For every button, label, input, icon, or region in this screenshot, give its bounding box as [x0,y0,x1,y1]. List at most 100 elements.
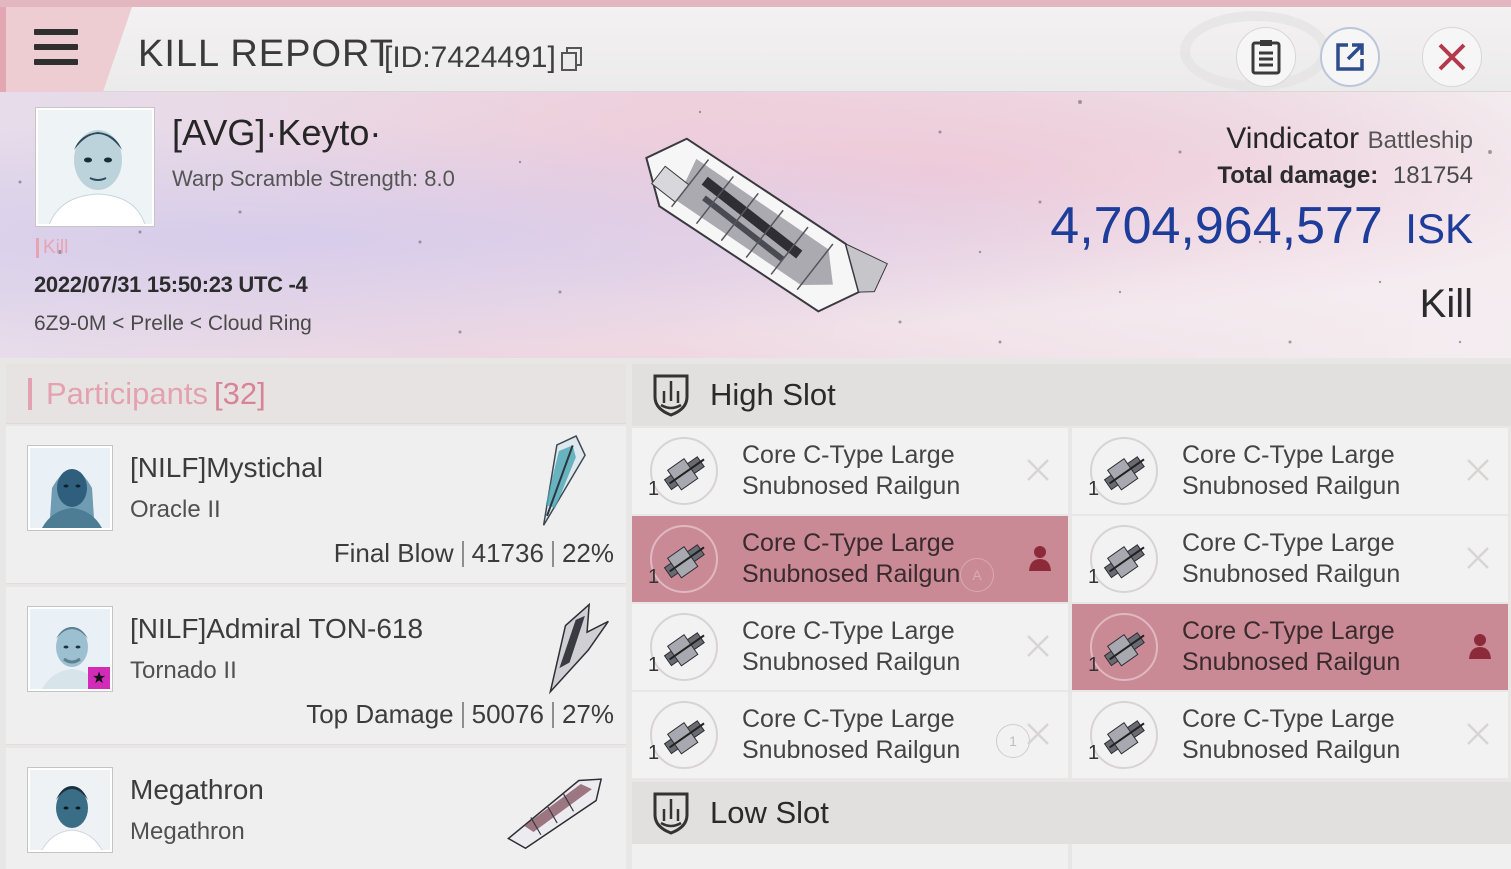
page-title: KILL REPORT [138,33,394,75]
kill-timestamp: 2022/07/31 15:50:23 UTC -4 [34,272,308,297]
module-name-line-1: Core C-Type Large [742,441,955,469]
high-slot-shield-icon [653,374,689,417]
slot-item[interactable] [1072,844,1511,869]
victim-avatar[interactable] [36,108,154,226]
destroyed-x-icon [1027,459,1049,481]
module-name: Core C-Type Large Snubnosed Railgun [1182,528,1400,590]
module-quantity: 1 [648,566,660,588]
kill-result: Kill [1419,282,1473,326]
module-name-line-1: Core C-Type Large [1182,529,1395,557]
module-name-line-2: Snubnosed Railgun [1182,472,1401,500]
low-slot-label: Low Slot [710,795,829,830]
module-quantity: 1 [648,654,660,676]
slot-item[interactable]: 1 Core C-Type Large Snubnosed Railgun [632,604,1068,690]
isk-value: 4,704,964,577 [1050,197,1383,255]
module-name-line-1: Core C-Type Large [742,705,955,733]
total-damage-label: Total damage: [1217,162,1379,189]
total-damage: Total damage: 181754 [1217,162,1473,190]
railgun-icon [1103,720,1145,755]
destroyed-x-icon [1027,635,1049,657]
slot-item[interactable] [632,844,1068,869]
participant-damage: 41736 [471,538,544,568]
participant-row[interactable]: [NILF]Mystichal Oracle II Final Blow 417… [6,426,626,584]
high-slot-header: High Slot [632,364,1511,426]
participant-stats: Final Blow 41736 22% [334,538,614,569]
railgun-icon [663,544,705,579]
low-slot-header: Low Slot [632,782,1511,844]
victim-ship-image [645,137,888,313]
module-quantity: 1 [1088,742,1100,764]
report-id: [ID:7424491] [384,41,556,74]
person-icon [1029,546,1051,571]
clipboard-icon [1251,40,1281,75]
pilot-portrait-icon [30,770,110,850]
railgun-icon [663,456,705,491]
close-icon [1438,43,1466,71]
module-name-line-2: Snubnosed Railgun [1182,648,1401,676]
railgun-icon [1103,544,1145,579]
close-button[interactable] [1422,27,1482,87]
module-name: Core C-Type Large Snubnosed Railgun [742,616,960,678]
hamburger-menu-icon[interactable] [34,29,78,65]
slot-item[interactable]: 1 Core C-Type Large Snubnosed Railgun [1072,692,1508,778]
fitting-panel: High Slot 1 Core C-Type Large Snubnosed R… [632,364,1511,869]
copy-icon[interactable] [561,47,583,71]
share-button[interactable] [1320,27,1380,87]
slot-item-dropped[interactable]: 1 Core C-Type Large Snubnosed Railgun [1072,604,1508,690]
avatar[interactable]: ★ [28,607,112,691]
participant-row[interactable]: ★ [NILF]Admiral TON-618 Tornado II Top D… [6,587,626,745]
module-quantity: 1 [1088,478,1100,500]
tier-badge: 1 [996,724,1030,758]
low-slot-items-partial [632,844,1511,869]
participant-percent: 27% [561,699,614,729]
participant-name: [NILF]Admiral TON-618 [130,613,424,644]
participant-name: Megathron [130,774,264,805]
participant-percent: 22% [561,538,614,568]
railgun-icon [1103,632,1145,667]
stat-divider [551,701,554,728]
high-slot-label: High Slot [710,377,836,412]
clipboard-button[interactable] [1236,27,1296,87]
module-name: Core C-Type Large Snubnosed Railgun [742,528,960,590]
top-damage-label: Top Damage [306,699,454,729]
pilot-portrait-icon [30,448,110,528]
victim-name: [AVG]·Keyto· [172,112,382,153]
module-name: Core C-Type Large Snubnosed Railgun [1182,704,1400,766]
participants-label: Participants [46,375,208,411]
pilot-portrait-icon [38,110,152,224]
title-bar: KILL REPORT [ID:7424491] [0,0,1511,92]
slot-item-dropped[interactable]: 1 Core C-Type Large Snubnosed Railgun A [632,516,1068,602]
slot-item[interactable]: 1 Core C-Type Large Snubnosed Railgun 1 [632,692,1068,778]
participants-panel: Participants [32] [NILF]Mystichal Oracle… [6,364,626,869]
stat-divider [461,701,464,728]
module-name-line-2: Snubnosed Railgun [742,472,961,500]
avatar[interactable] [28,446,112,530]
star-badge-icon: ★ [88,667,110,689]
participant-name: [NILF]Mystichal [130,452,323,483]
destroyed-x-icon [1467,459,1489,481]
module-name-line-2: Snubnosed Railgun [742,560,961,588]
final-blow-label: Final Blow [333,538,454,568]
tornado-ship-icon [548,602,609,695]
module-name-line-2: Snubnosed Railgun [742,648,961,676]
destroyed-x-icon [1467,723,1489,745]
ship-name: Vindicator [1226,122,1360,155]
slot-item[interactable]: 1 Core C-Type Large Snubnosed Railgun [1072,428,1508,514]
module-name-line-2: Snubnosed Railgun [1182,560,1401,588]
ship-class: Battleship [1367,127,1473,154]
slot-item[interactable]: 1 Core C-Type Large Snubnosed Railgun [632,428,1068,514]
isk-value-line: 4,704,964,577 ISK [1050,196,1473,256]
victim-ship-name: Vindicator Battleship [1226,122,1473,156]
participant-stats: Top Damage 50076 27% [306,699,614,730]
victim-summary: [AVG]·Keyto· Warp Scramble Strength: 8.0… [0,92,1511,358]
menu-tab[interactable] [0,7,132,92]
module-name-line-1: Core C-Type Large [1182,705,1395,733]
kill-tag: Kill [36,238,68,258]
low-slot-shield-icon [653,792,689,835]
participant-ship: Tornado II [130,657,237,684]
slot-item[interactable]: 1 Core C-Type Large Snubnosed Railgun [1072,516,1508,602]
participants-count: [32] [213,375,266,411]
participant-row[interactable]: Megathron Megathron [6,748,626,869]
avatar[interactable] [28,768,112,852]
oracle-ship-icon [542,435,586,526]
